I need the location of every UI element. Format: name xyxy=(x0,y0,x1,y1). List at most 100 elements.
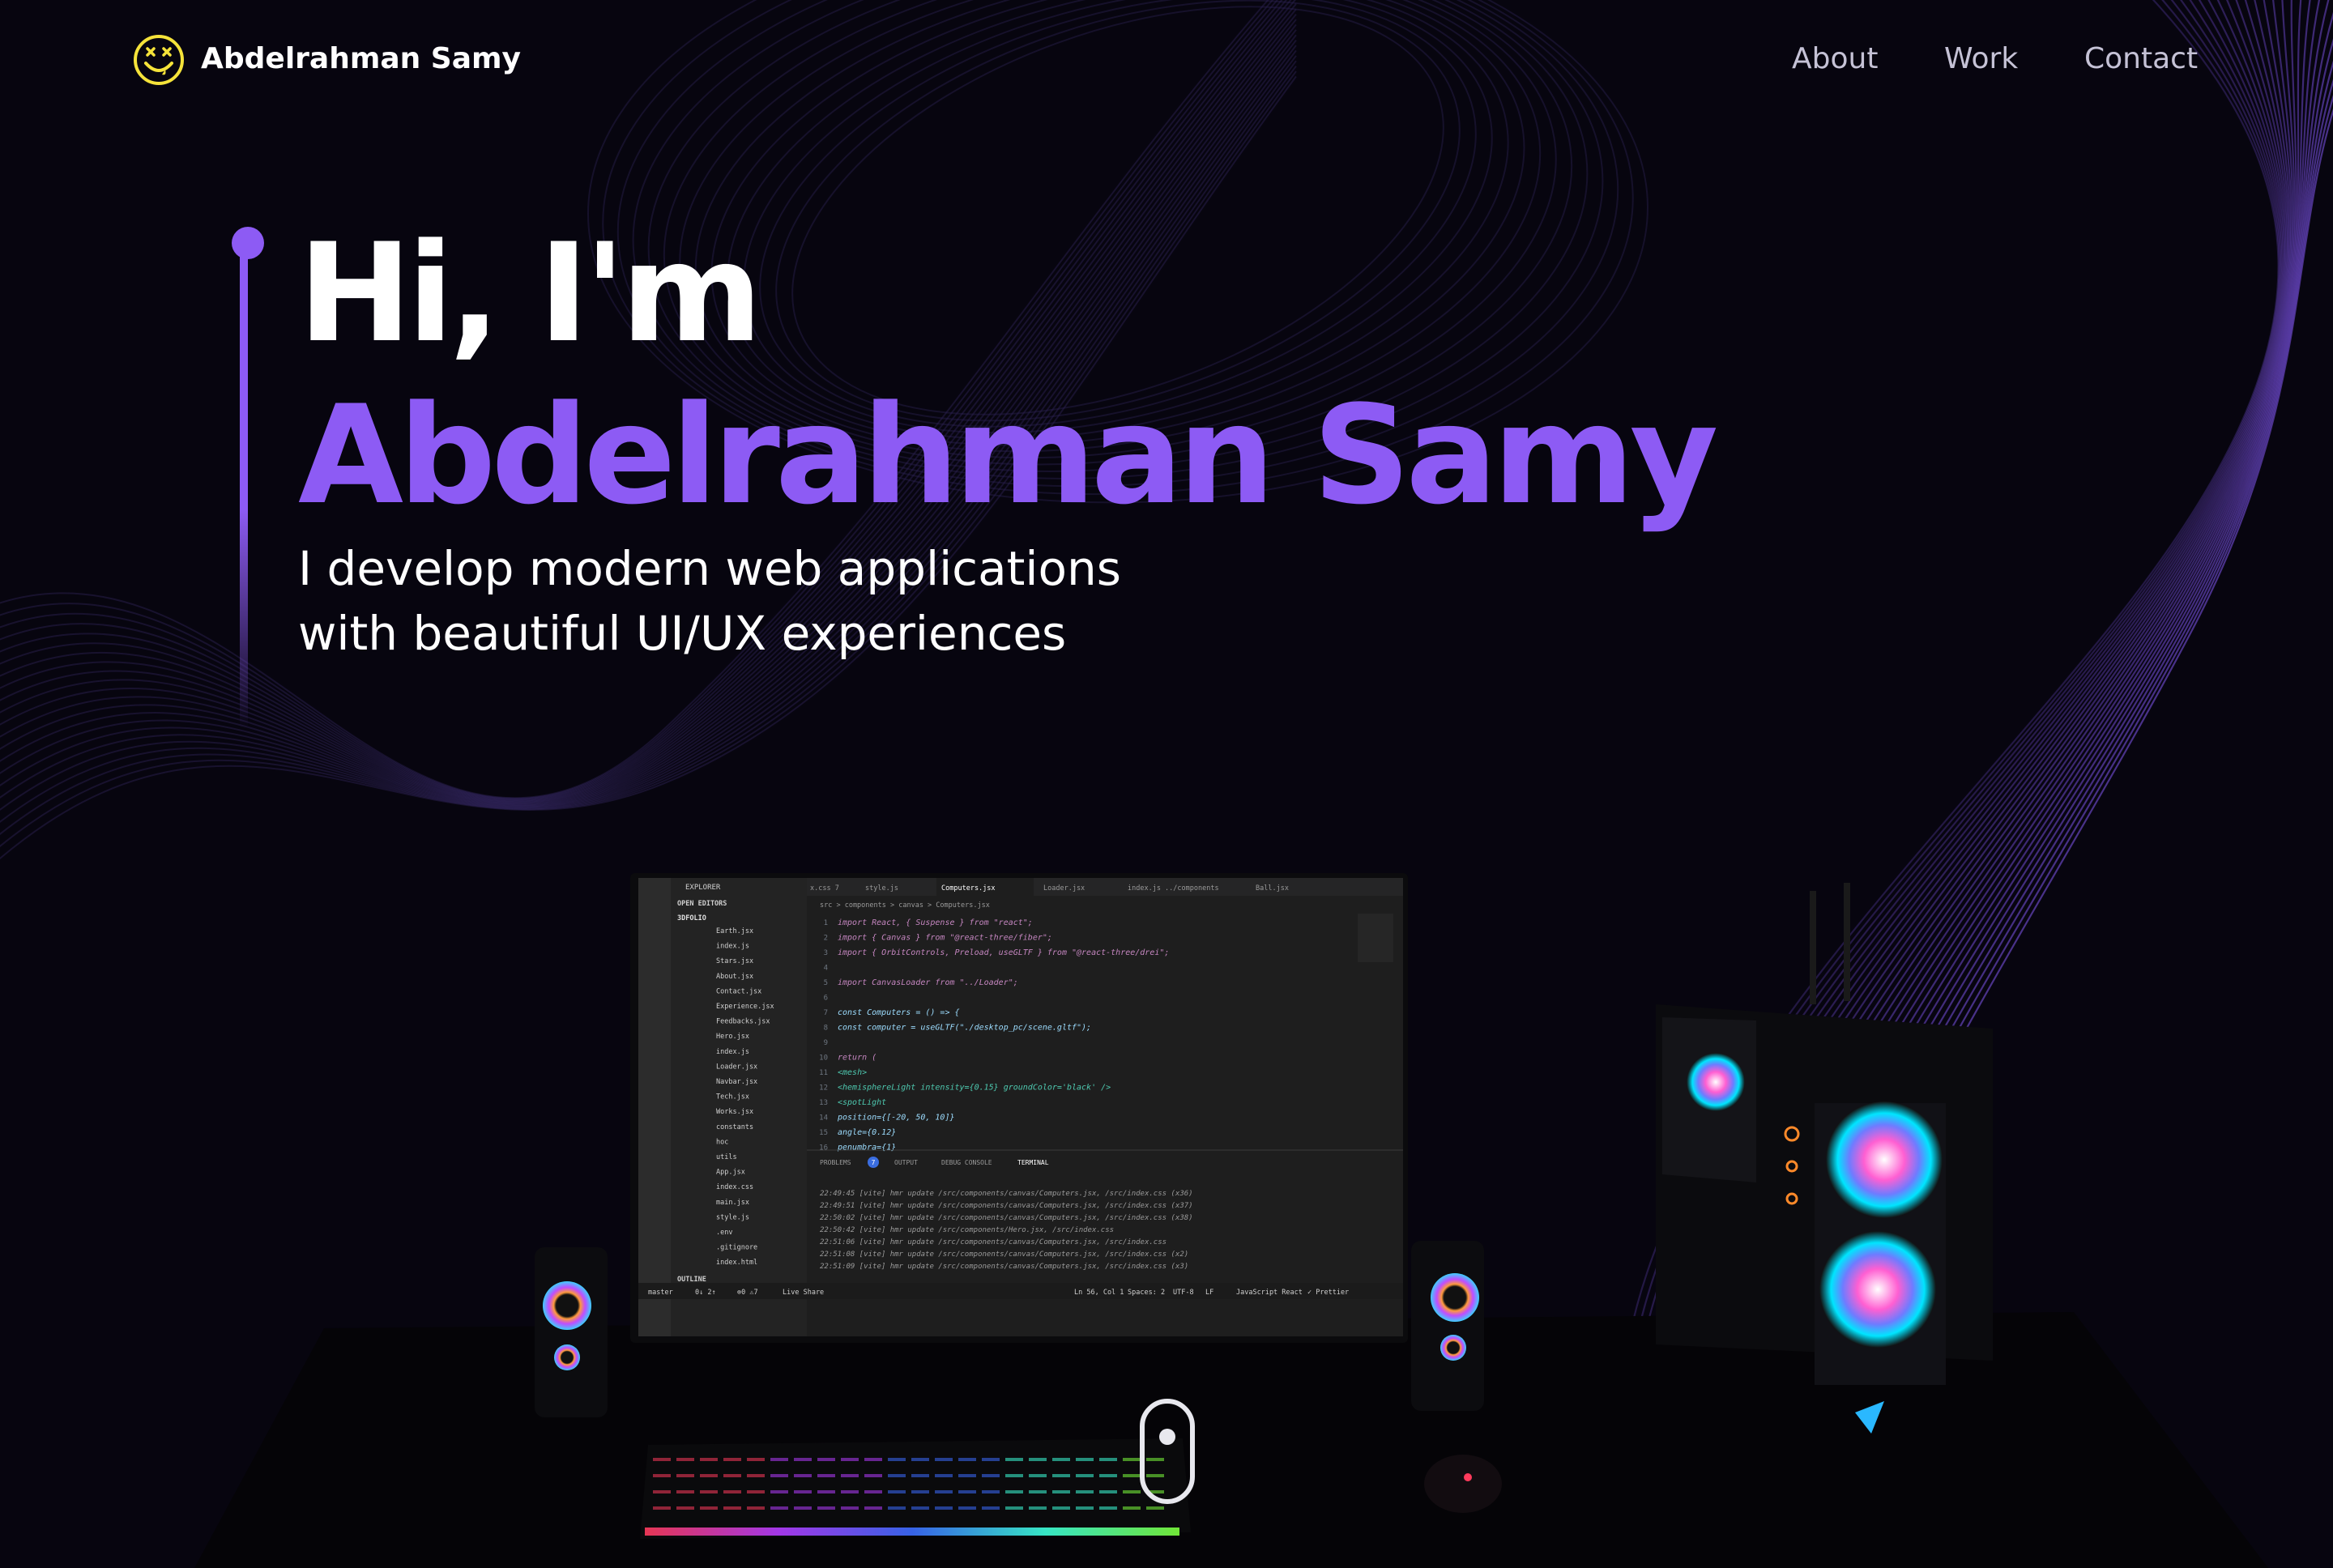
brand-name[interactable]: Abdelrahman Samy xyxy=(201,42,521,75)
panel-tab[interactable]: OUTPUT xyxy=(894,1159,918,1166)
file-tree-item[interactable]: Tech.jsx xyxy=(716,1093,749,1101)
hero-title: Hi, I'm Abdelrahman Samy xyxy=(298,212,1756,536)
line-number: 12 xyxy=(819,1084,828,1093)
file-tree-item[interactable]: About.jsx xyxy=(716,973,753,981)
status-item[interactable]: LF xyxy=(1205,1289,1213,1297)
line-number: 16 xyxy=(819,1144,828,1153)
hero-subtitle-line-2: with beautiful UI/UX experiences xyxy=(298,606,1067,661)
terminal-line: 22:49:45 [vite] hmr update /src/componen… xyxy=(820,1190,1193,1198)
file-tree-item[interactable]: Works.jsx xyxy=(716,1108,753,1116)
status-item[interactable]: Spaces: 2 xyxy=(1128,1289,1165,1297)
file-tree-item[interactable]: .gitignore xyxy=(716,1244,757,1252)
panel-tab[interactable]: TERMINAL xyxy=(1017,1159,1049,1166)
line-number: 3 xyxy=(824,949,828,957)
project-folder[interactable]: 3DFOLIO xyxy=(677,914,706,922)
terminal-line: 22:49:51 [vite] hmr update /src/componen… xyxy=(820,1202,1193,1210)
hero-subtitle-line-1: I develop modern web applications xyxy=(298,541,1121,596)
file-tree-item[interactable]: Loader.jsx xyxy=(716,1063,757,1071)
file-tree-item[interactable]: index.css xyxy=(716,1183,753,1191)
keyboard xyxy=(640,1438,1191,1539)
hero-timeline-dot xyxy=(232,227,264,259)
file-tree-item[interactable]: constants xyxy=(716,1123,753,1131)
left-speaker xyxy=(535,1247,608,1417)
editor-tab[interactable]: Loader.jsx xyxy=(1043,884,1085,893)
status-item[interactable]: UTF-8 xyxy=(1173,1289,1194,1297)
status-item[interactable]: master xyxy=(648,1289,673,1297)
line-number: 6 xyxy=(824,995,828,1003)
outline-label[interactable]: OUTLINE xyxy=(677,1276,706,1284)
code-line: import { Canvas } from "@react-three/fib… xyxy=(838,934,1052,943)
file-tree-item[interactable]: index.js xyxy=(716,943,749,951)
file-tree-item[interactable]: utils xyxy=(716,1153,737,1161)
editor-tab[interactable]: Ball.jsx xyxy=(1256,884,1289,893)
file-tree-item[interactable]: Earth.jsx xyxy=(716,927,753,935)
line-number: 15 xyxy=(819,1129,828,1137)
open-editors-label[interactable]: OPEN EDITORS xyxy=(677,900,727,908)
code-line: import { OrbitControls, Preload, useGLTF… xyxy=(838,948,1169,957)
editor-tab[interactable]: index.js ../components xyxy=(1128,884,1219,893)
file-tree-item[interactable]: index.html xyxy=(716,1259,757,1267)
file-tree-item[interactable]: .env xyxy=(716,1229,732,1237)
code-line: const Computers = () => { xyxy=(838,1008,960,1017)
file-tree-item[interactable]: App.jsx xyxy=(716,1169,745,1177)
nav-about-link[interactable]: About xyxy=(1792,42,1878,75)
code-line: <spotLight xyxy=(838,1098,886,1107)
file-tree-item[interactable]: Stars.jsx xyxy=(716,957,753,965)
line-number: 14 xyxy=(819,1114,828,1123)
desktop-setup-3d-model[interactable]: EXPLORER OPEN EDITORS 3DFOLIO Earth.jsx i… xyxy=(0,842,2333,1568)
editor-tab[interactable]: Computers.jsx xyxy=(941,884,996,893)
file-tree-item[interactable]: style.js xyxy=(716,1213,749,1221)
line-number: 5 xyxy=(824,979,828,987)
hero-timeline-line xyxy=(240,243,248,729)
code-line: <mesh> xyxy=(838,1068,867,1077)
line-number: 4 xyxy=(824,965,828,973)
problems-count-badge: 7 xyxy=(872,1159,876,1166)
code-line: <hemisphereLight intensity={0.15} ground… xyxy=(838,1084,1111,1093)
code-line: const computer = useGLTF("./desktop_pc/s… xyxy=(838,1024,1091,1033)
code-line: position={[-20, 50, 10]} xyxy=(837,1114,955,1123)
panel-tab[interactable]: PROBLEMS xyxy=(820,1159,851,1166)
file-tree-item[interactable]: Feedbacks.jsx xyxy=(716,1018,770,1026)
terminal-line: 22:50:02 [vite] hmr update /src/componen… xyxy=(820,1214,1193,1222)
nav-work-link[interactable]: Work xyxy=(1944,42,2018,75)
terminal-line: 22:51:06 [vite] hmr update /src/componen… xyxy=(820,1238,1166,1246)
nav-contact-link[interactable]: Contact xyxy=(2084,42,2198,75)
navbar: Abdelrahman Samy About Work Contact xyxy=(0,0,2333,130)
smiley-logo-icon[interactable] xyxy=(133,34,185,86)
hero-title-prefix: Hi, I'm xyxy=(298,214,762,373)
file-tree-item[interactable]: main.jsx xyxy=(716,1199,749,1207)
line-number: 7 xyxy=(824,1009,828,1017)
editor-tab[interactable]: x.css 7 xyxy=(810,884,839,893)
line-number: 8 xyxy=(824,1025,828,1033)
monitor: EXPLORER OPEN EDITORS 3DFOLIO Earth.jsx i… xyxy=(630,873,1408,1343)
line-number: 10 xyxy=(819,1055,828,1063)
file-tree-item[interactable]: Hero.jsx xyxy=(716,1033,749,1041)
hero-subtitle: I develop modern web applications with be… xyxy=(298,536,1351,666)
file-tree-item[interactable]: Navbar.jsx xyxy=(716,1078,757,1086)
status-item[interactable]: Live Share xyxy=(783,1289,824,1297)
terminal-line: 22:51:09 [vite] hmr update /src/componen… xyxy=(820,1263,1188,1271)
status-item[interactable]: ⊗0 ⚠7 xyxy=(737,1289,758,1297)
status-item[interactable]: Ln 56, Col 1 xyxy=(1074,1289,1124,1297)
file-tree-item[interactable]: index.js xyxy=(716,1048,749,1056)
file-tree-item[interactable]: Experience.jsx xyxy=(716,1003,774,1011)
hero-title-name: Abdelrahman Samy xyxy=(298,376,1718,535)
editor-tab[interactable]: style.js xyxy=(865,884,898,893)
code-line: penumbra={1} xyxy=(837,1144,896,1153)
file-tree-item[interactable]: Contact.jsx xyxy=(716,987,761,995)
line-number: 11 xyxy=(819,1069,828,1077)
line-number: 1 xyxy=(824,919,828,927)
line-number: 9 xyxy=(824,1039,828,1047)
code-line: return ( xyxy=(838,1054,876,1063)
code-line: angle={0.12} xyxy=(838,1128,896,1137)
status-item[interactable]: 0↓ 2↑ xyxy=(695,1289,716,1297)
line-number: 2 xyxy=(824,935,828,943)
status-item[interactable]: JavaScript React xyxy=(1236,1289,1303,1297)
code-line: import CanvasLoader from "../Loader"; xyxy=(838,978,1018,987)
status-item[interactable]: ✓ Prettier xyxy=(1307,1289,1349,1297)
file-tree-item[interactable]: hoc xyxy=(716,1138,728,1146)
panel-tab[interactable]: DEBUG CONSOLE xyxy=(941,1159,992,1166)
line-number: 13 xyxy=(819,1099,828,1107)
breadcrumb: src > components > canvas > Computers.js… xyxy=(820,901,990,910)
terminal-line: 22:51:08 [vite] hmr update /src/componen… xyxy=(820,1251,1188,1259)
